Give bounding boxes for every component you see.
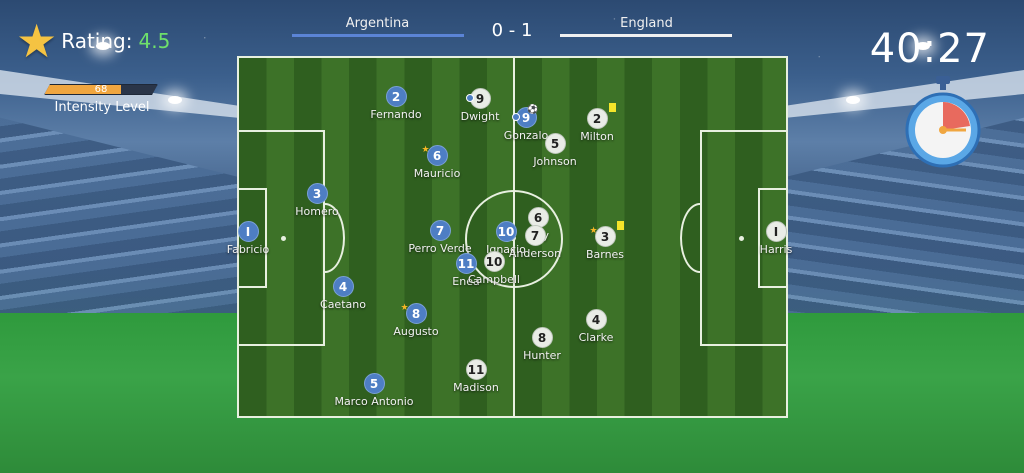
player-token[interactable]: 2 [586, 103, 616, 129]
player-token[interactable]: 11 [465, 359, 487, 380]
player-name: Fernando [370, 108, 422, 121]
away-team-underline [560, 34, 732, 37]
player-token[interactable]: 3 [306, 183, 328, 204]
player-name: Marco Antonio [334, 395, 414, 408]
captain-icon [465, 94, 474, 102]
player-token[interactable]: 5 [363, 373, 385, 394]
scoreboard: Argentina 0 - 1 England [290, 12, 734, 42]
player-token[interactable]: I [237, 221, 259, 242]
player-token[interactable]: 2 [385, 86, 407, 107]
away-player[interactable]: 11 Madison [436, 359, 516, 394]
player-token[interactable]: 5 [544, 133, 566, 154]
match-clock: 40:27 [869, 26, 990, 72]
away-player[interactable]: 8 Hunter [502, 327, 582, 362]
floodlight [168, 96, 182, 104]
player-token[interactable]: 9 [465, 88, 491, 109]
intensity-label: Intensity Level [54, 100, 150, 115]
star-icon: ★ [421, 145, 430, 155]
away-team-name: England [620, 16, 673, 31]
player-token[interactable]: ★ 3 [590, 221, 624, 247]
match-score: 0 - 1 [491, 20, 533, 41]
rating-value: 4.5 [138, 29, 171, 53]
player-token[interactable]: ★ 6 [422, 145, 448, 166]
home-player[interactable]: 4 Caetano [303, 276, 383, 311]
intensity-bar: 68 [44, 84, 158, 95]
player-name: Augusto [393, 325, 439, 338]
rating-label: Rating: [61, 29, 133, 53]
player-name: Caetano [320, 298, 366, 311]
away-player[interactable]: 10 Campbell [454, 251, 534, 286]
home-player[interactable]: 2 Fernando [356, 86, 436, 121]
player-rating: ★ Rating: 4.5 [16, 18, 170, 64]
player-name: Harris [759, 243, 793, 256]
player-token[interactable]: 7 [524, 225, 546, 246]
player-token[interactable]: ★ 8 [401, 303, 427, 324]
home-player[interactable]: ★ 8 Augusto [376, 303, 456, 338]
player-token[interactable]: 8 [531, 327, 553, 348]
stopwatch-icon [905, 76, 981, 168]
home-team-underline [292, 34, 464, 37]
star-icon: ★ [589, 226, 598, 236]
floodlight [846, 96, 860, 104]
away-player[interactable]: 5 Johnson [515, 133, 595, 168]
away-player[interactable]: 9 Dwight [440, 88, 520, 123]
home-player[interactable]: 3 Homero [277, 183, 357, 218]
star-icon: ★ [16, 14, 58, 68]
ball-icon: ⚽ [527, 105, 539, 115]
player-name: Homero [295, 205, 339, 218]
yellow-card-icon [608, 103, 616, 112]
player-token[interactable]: I [765, 221, 787, 242]
home-player[interactable]: I Fabricio [208, 221, 288, 256]
home-player[interactable]: 5 Marco Antonio [334, 373, 414, 408]
player-name: Dwight [460, 110, 500, 123]
player-name: Madison [453, 381, 499, 394]
player-token[interactable]: 4 [332, 276, 354, 297]
player-name: Johnson [533, 155, 577, 168]
player-token[interactable]: 7 [429, 220, 451, 241]
star-icon: ★ [400, 303, 409, 313]
player-name: Campbell [468, 273, 520, 286]
intensity-value: 68 [94, 84, 108, 95]
away-player[interactable]: I Harris [736, 221, 816, 256]
intensity-meter: 68 Intensity Level [44, 84, 160, 115]
player-name: Mauricio [413, 167, 461, 180]
player-token[interactable]: 10 [483, 251, 505, 272]
player-token[interactable]: 4 [585, 309, 607, 330]
yellow-card-icon [616, 221, 624, 230]
home-player[interactable]: ★ 6 Mauricio [397, 145, 477, 180]
home-team-name: Argentina [345, 16, 410, 31]
player-name: Fabricio [226, 243, 270, 256]
player-name: Barnes [585, 248, 625, 261]
